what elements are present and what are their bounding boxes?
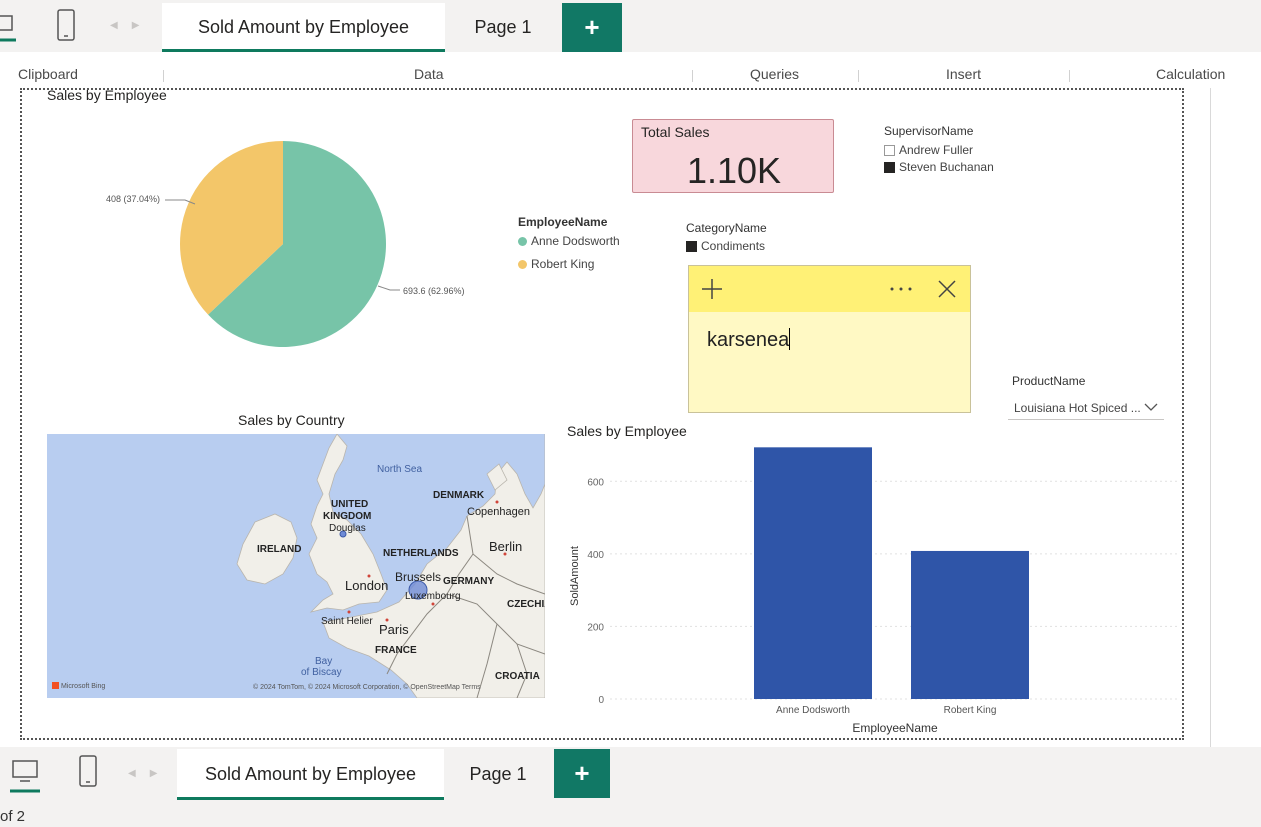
map-label: GERMANY	[443, 576, 495, 587]
card-value: 1.10K	[686, 150, 782, 191]
plus-icon: +	[584, 12, 600, 42]
map-copyright: © 2024 TomTom, © 2024 Microsoft Corporat…	[253, 684, 481, 691]
y-axis-title: SoldAmount	[569, 546, 581, 606]
bar-chart-title: Sales by Employee	[567, 423, 687, 439]
map-label: London	[345, 578, 389, 593]
page-tab-bar-bottom: ◀▶ Sold Amount by Employee Page 1 +	[0, 747, 1261, 800]
product-dropdown[interactable]: Louisiana Hot Spiced ...	[1008, 396, 1164, 420]
y-tick-label: 200	[587, 622, 604, 633]
map-label: KINGDOM	[323, 511, 372, 522]
y-tick-label: 400	[587, 550, 604, 561]
pie-chart[interactable]	[100, 130, 500, 360]
x-tick-label: Robert King	[944, 705, 997, 716]
map-label: Brussels	[395, 570, 442, 584]
ribbon-group-insert: Insert	[946, 66, 982, 82]
ribbon-group-calculation: Calculation	[1156, 66, 1226, 82]
map-label: Berlin	[489, 539, 523, 554]
y-tick-label: 0	[598, 695, 604, 706]
map-label: Saint Helier	[321, 616, 373, 627]
total-sales-card[interactable]: Total Sales 1.10K	[632, 119, 834, 193]
map-label: Paris	[379, 622, 409, 637]
add-page-button[interactable]: +	[554, 749, 610, 798]
category-slicer-title: CategoryName	[686, 221, 767, 235]
canvas-divider	[1210, 88, 1211, 748]
pie-label-robert: 408 (37.04%)	[106, 194, 161, 204]
checkbox-icon[interactable]	[884, 144, 895, 156]
bar-anne-dodsworth[interactable]	[754, 447, 872, 699]
map-label: NETHERLANDS	[383, 548, 459, 559]
pie-legend-title: EmployeeName	[518, 215, 608, 229]
legend-dot-icon	[518, 236, 527, 246]
desktop-view-icon[interactable]	[10, 755, 40, 795]
page-tab-bar-top: ◀▶ Sold Amount by Employee Page 1 +	[0, 0, 1261, 52]
power-bi-report-editor: ◀▶ Sold Amount by Employee Page 1 + Clip…	[0, 0, 1261, 827]
map-label: CROATIA	[495, 671, 540, 682]
map-label: Copenhagen	[467, 506, 531, 518]
map-land-shapes	[236, 434, 545, 698]
microsoft-logo-icon	[52, 682, 59, 689]
map-label: North Sea	[377, 464, 423, 475]
map-label: IRELAND	[257, 544, 302, 555]
map-label: Douglas	[329, 523, 366, 534]
mobile-view-icon[interactable]	[56, 8, 78, 42]
map-label: FRANCE	[375, 645, 417, 656]
ribbon-group-labels: Clipboard Data Queries Insert Calculatio…	[0, 66, 1230, 84]
map-label: DENMARK	[433, 490, 485, 501]
add-page-button[interactable]: +	[562, 3, 622, 52]
checkbox-checked-icon[interactable]	[686, 240, 697, 252]
tab-scroll-arrows[interactable]: ◀▶	[110, 20, 153, 31]
sticky-note[interactable]: karsenea	[688, 265, 971, 413]
bing-logo: Microsoft Bing	[52, 682, 105, 690]
map-label: Luxembourg	[405, 591, 461, 602]
sales-map[interactable]: North Sea UNITED KINGDOM Douglas IRELAND…	[47, 434, 545, 698]
tab-page-1[interactable]: Page 1	[448, 3, 558, 52]
bar-chart[interactable]: 0 200 400 600 Anne Dodsworth Robert King Emp…	[560, 440, 1185, 740]
legend-item-robert[interactable]: Robert King	[518, 257, 594, 271]
category-option-condiments[interactable]: Condiments	[686, 239, 765, 253]
close-icon[interactable]	[937, 279, 957, 299]
tab-sold-amount-by-employee[interactable]: Sold Amount by Employee	[177, 749, 444, 800]
checkbox-checked-icon[interactable]	[884, 161, 895, 173]
tab-scroll-arrows[interactable]: ◀▶	[128, 768, 171, 779]
more-options-icon[interactable]	[889, 286, 913, 292]
x-axis-title: EmployeeName	[852, 721, 938, 735]
tab-sold-amount-by-employee[interactable]: Sold Amount by Employee	[162, 3, 445, 52]
y-tick-label: 600	[587, 477, 604, 488]
map-label: UNITED	[331, 499, 369, 510]
product-slicer-title: ProductName	[1012, 374, 1086, 388]
supervisor-slicer-title: SupervisorName	[884, 124, 974, 138]
bar-robert-king[interactable]	[911, 550, 1029, 699]
pie-chart-title: Sales by Employee	[47, 87, 167, 103]
chevron-down-icon	[1144, 403, 1158, 411]
legend-item-anne[interactable]: Anne Dodsworth	[518, 234, 620, 248]
plus-icon[interactable]	[701, 278, 723, 300]
desktop-view-icon[interactable]	[0, 10, 20, 42]
plus-icon: +	[574, 758, 590, 788]
sticky-note-header	[689, 266, 970, 312]
mobile-view-icon[interactable]	[78, 753, 100, 789]
map-label: Bay	[315, 656, 333, 667]
text-caret	[789, 328, 791, 350]
map-title: Sales by Country	[238, 412, 345, 428]
map-label: CZECHIA	[507, 599, 545, 610]
ribbon-group-clipboard: Clipboard	[18, 66, 78, 82]
ribbon-group-queries: Queries	[750, 66, 800, 82]
status-bar: of 2	[0, 800, 1261, 827]
tab-page-1[interactable]: Page 1	[446, 749, 550, 800]
page-count: of 2	[0, 808, 26, 825]
sticky-note-text[interactable]: karsenea	[689, 312, 970, 368]
x-tick-label: Anne Dodsworth	[776, 705, 850, 716]
legend-dot-icon	[518, 259, 527, 269]
card-label: Total Sales	[641, 124, 710, 140]
pie-label-anne: 693.6 (62.96%)	[403, 286, 465, 296]
map-label: of Biscay	[301, 667, 342, 678]
supervisor-option-andrew[interactable]: Andrew Fuller	[884, 143, 973, 157]
ribbon-group-data: Data	[414, 66, 444, 82]
supervisor-option-steven[interactable]: Steven Buchanan	[884, 160, 994, 174]
